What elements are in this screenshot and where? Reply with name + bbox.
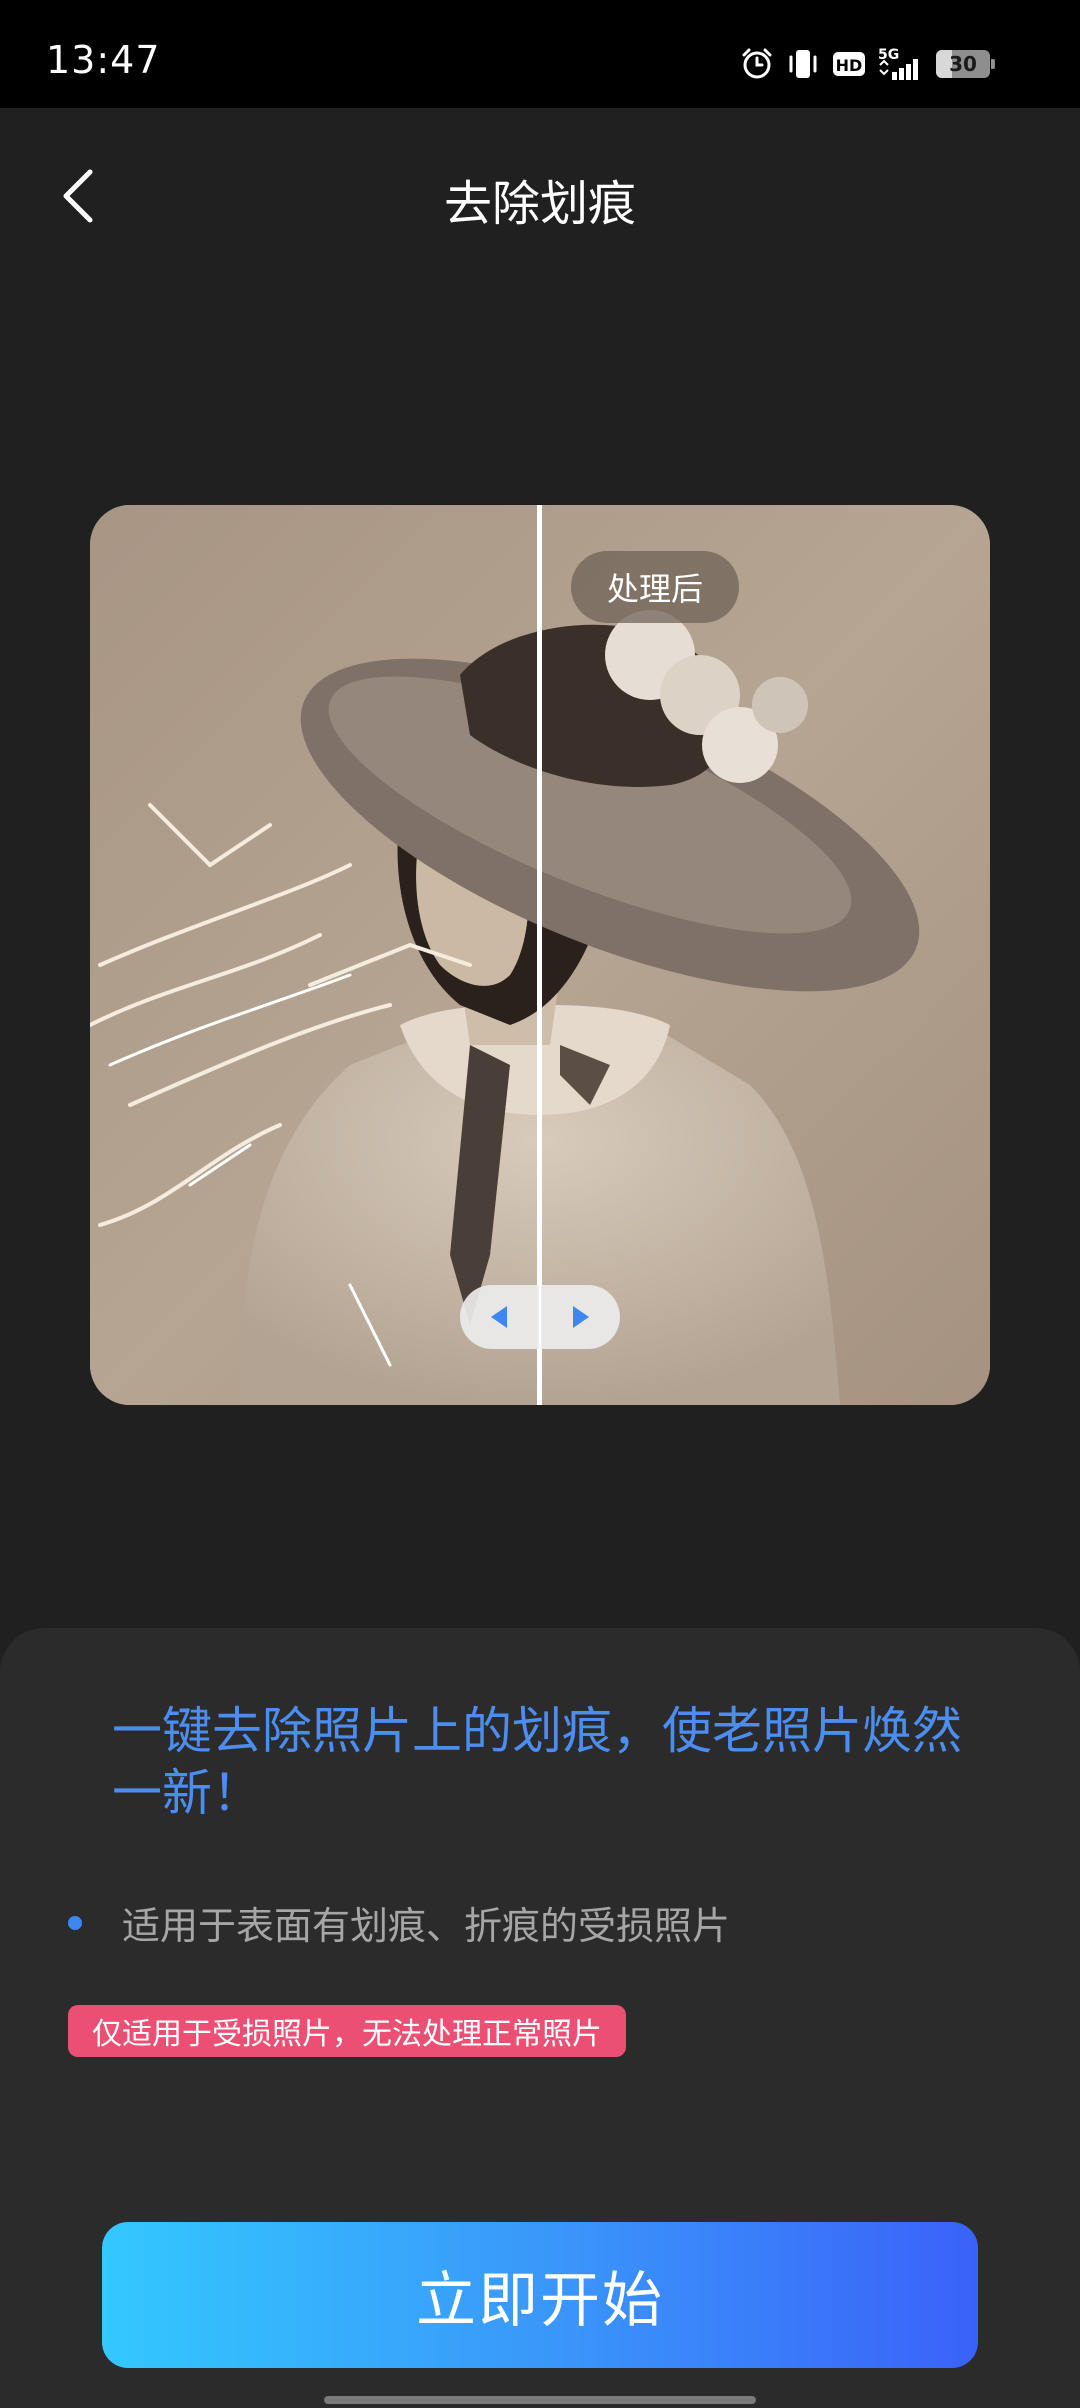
before-after-preview[interactable]: 处理后 [90,505,990,1405]
status-time: 13:47 [46,38,161,82]
arrow-left-icon [460,1285,539,1349]
hd-icon: HD [832,49,866,79]
battery-level: 30 [949,52,977,76]
page-title: 去除划痕 [443,176,636,232]
compare-divider[interactable] [537,505,542,1405]
svg-text:5G: 5G [878,47,899,63]
home-indicator[interactable] [324,2396,756,2404]
arrow-right-icon [541,1285,620,1349]
battery-icon: 30 [936,50,995,78]
status-bar: 13:47 HD 5G 30 [0,0,1080,108]
feature-bullet: 适用于表面有划痕、折痕的受损照片 [68,1895,730,1950]
bullet-dot-icon [68,1915,82,1930]
start-button[interactable]: 立即开始 [102,2222,978,2368]
signal-icon: 5G [878,46,924,82]
svg-text:HD: HD [836,56,863,75]
status-icons: HD 5G 30 [740,42,995,86]
bullet-text: 适用于表面有划痕、折痕的受损照片 [122,1904,731,1948]
compare-slider-handle[interactable] [460,1285,620,1349]
after-label-badge: 处理后 [571,551,739,623]
alarm-icon [740,47,774,81]
vibrate-icon [786,47,820,81]
feature-headline: 一键去除照片上的划痕，使老照片焕然一新！ [112,1702,962,1822]
warning-badge: 仅适用于受损照片，无法处理正常照片 [68,2005,626,2057]
